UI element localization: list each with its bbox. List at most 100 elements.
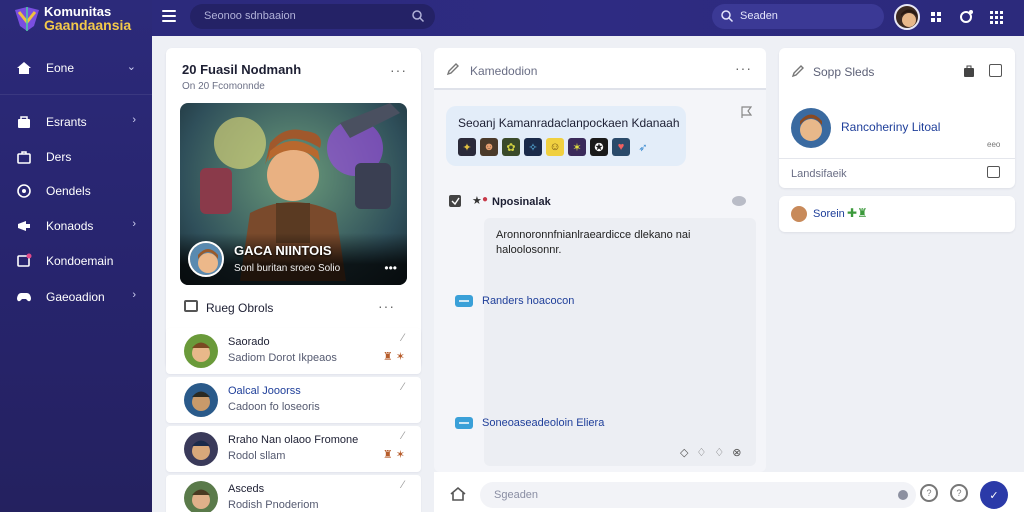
profile-avatar[interactable] [791,108,831,148]
profile-name[interactable]: Rancoheriny Litoal [841,120,940,134]
emoji-icon[interactable]: ✧ [524,138,542,156]
thread-text: Randers hoacocon [482,295,575,307]
shield-icon[interactable]: ◇ [680,446,688,459]
more-options-icon[interactable]: ··· [735,60,752,76]
panel-title: Sopp Sleds [813,65,875,79]
avatar [791,206,807,222]
list-item-name: Oalcal Jooorss [228,385,301,397]
creator-avatar[interactable] [188,241,224,277]
chat-header: Kamedodion ··· [434,48,766,90]
notification-icon[interactable] [958,9,974,25]
sidebar-item-label: Gaeoadion [46,290,105,304]
reaction-icon[interactable]: ♜ ✶ [383,350,405,363]
global-search-input[interactable]: Seaden [712,4,884,29]
expand-icon[interactable] [987,166,1000,178]
featured-card[interactable]: GACA NIINTOIS Sonl buritan sroeo Solio •… [180,103,407,285]
app-title-line2: Gaandaansia [44,17,132,33]
sidebar-item-konaods[interactable]: Konaods › [0,211,152,241]
reaction-icon[interactable]: ♜ ✶ [383,448,405,461]
eye-icon[interactable] [732,196,746,206]
list-item[interactable]: Rraho Nan olaoo Fromone Rodol sllam ⁄ ♜ … [166,426,421,472]
list-item-message: Cadoon fo loseoris [228,401,320,413]
top-bar: Seonoo sdnbaaion Seaden [152,0,1024,36]
more-options-icon[interactable]: ⁄ [402,332,405,344]
emoji-icon[interactable]: ✦ [458,138,476,156]
search-icon [412,10,425,23]
sidebar-item-label: Ders [46,150,72,164]
emoji-button[interactable]: ? [920,484,938,502]
activity-card[interactable]: Sorein ✚♜ [779,196,1015,232]
sidebar-item-home[interactable]: Eone ⌄ [0,53,152,83]
circle-icon [17,184,31,198]
thread-text: Soneoaseadeoloin Eliera [482,417,605,429]
featured-panel: 20 Fuasil Nodmanh On 20 Fcomonnde ··· GA… [166,48,421,368]
more-options-icon[interactable]: ••• [384,261,397,275]
grid-apps-icon[interactable] [929,9,945,25]
list-item-name: Rraho Nan olaoo Fromone [228,434,359,446]
avatar-image [190,243,222,275]
emoji-icon[interactable]: ☺ [546,138,564,156]
profile-panel: Sopp Sleds Rancoheriny Litoal eeo Landsi… [779,48,1015,188]
list-item-name: Asceds [228,483,265,495]
emoji-row: ✦ ☻ ✿ ✧ ☺ ✶ ✪ ♥ ➶ [458,138,652,156]
home-icon[interactable] [450,486,466,502]
search-icon [721,10,734,23]
megaphone-icon [18,221,30,231]
bag-icon[interactable] [963,64,975,78]
footer-label: Landsifaeik [791,168,847,180]
list-item[interactable]: Oalcal Jooorss Cadoon fo loseoris ⁄ [166,377,421,423]
more-options-icon[interactable]: ⁄ [402,381,405,393]
emoji-icon[interactable]: ✪ [590,138,608,156]
help-button[interactable]: ? [950,484,968,502]
sidebar-item-esrants[interactable]: Esrants › [0,107,152,137]
more-options-icon[interactable]: ··· [378,298,395,314]
panel-subtitle: On 20 Fcomonnde [182,81,265,92]
list-item[interactable]: Saorado Sadiom Dorot Ikpeaos ⁄ ♜ ✶ [166,328,421,374]
pencil-icon[interactable] [446,62,460,76]
thread-line[interactable]: Soneoaseadeoloin Eliera [454,414,754,434]
app-logo[interactable]: Komunitas Gaandaansia [12,2,152,36]
sidebar-item-gaeoadion[interactable]: Gaeoadion › [0,282,152,312]
sidebar-item-label: Konaods [46,219,94,233]
send-icon: ✓ [989,489,999,502]
more-options-icon[interactable]: ⁄ [402,479,405,491]
emoji-icon[interactable]: ✿ [502,138,520,156]
more-options-icon[interactable]: ··· [390,62,407,78]
pin-icon: ★ [472,195,482,207]
sidebar-item-kondoemain[interactable]: Kondoemain [0,246,152,276]
expand-icon[interactable] [989,64,1002,77]
sidebar-item-label: Eone [46,61,75,75]
flag-icon[interactable] [740,106,752,118]
menu-icon[interactable] [162,10,176,22]
apps-grid-icon[interactable] [988,9,1004,25]
emoji-icon[interactable]: ✶ [568,138,586,156]
search-placeholder: Seonoo sdnbaaion [204,10,296,22]
search-input[interactable]: Seonoo sdnbaaion [190,4,435,29]
list-item[interactable]: Asceds Rodish Pnoderiom ⁄ [166,475,421,512]
attach-icon[interactable] [898,490,908,500]
chevron-right-icon: › [132,114,136,126]
user-avatar[interactable] [894,4,920,30]
section-header: Rueg Obrols ··· [180,298,407,318]
bell-icon[interactable]: ♢ [714,446,724,459]
reply-icon [455,295,473,307]
message-input[interactable]: Sgeaden [480,482,916,508]
sidebar-item-label: Oendels [46,184,91,198]
message-bubble: Seoanj Kamanradaclanpockaen Kdanaah ✦ ☻ … [446,106,686,166]
emoji-icon[interactable]: ♥ [612,138,630,156]
reply-icon [455,417,473,429]
plus-icon: ✚♜ [847,206,868,220]
emoji-icon[interactable]: ➶ [634,138,652,156]
emoji-icon[interactable]: ☻ [480,138,498,156]
sidebar-item-oendels[interactable]: Oendels [0,176,152,206]
share-icon[interactable]: ⊗ [732,446,741,459]
more-options-icon[interactable]: ⁄ [402,430,405,442]
chat-panel: Kamedodion ··· Seoanj Kamanradaclanpocka… [434,48,766,472]
heart-icon[interactable]: ♢ [696,446,706,459]
sidebar-item-ders[interactable]: Ders [0,142,152,172]
pencil-icon[interactable] [791,64,805,78]
send-button[interactable]: ✓ [980,481,1008,509]
thread-line[interactable]: Randers hoacocon [454,292,754,312]
chevron-down-icon: ⌄ [126,61,136,73]
document-icon [449,195,461,207]
